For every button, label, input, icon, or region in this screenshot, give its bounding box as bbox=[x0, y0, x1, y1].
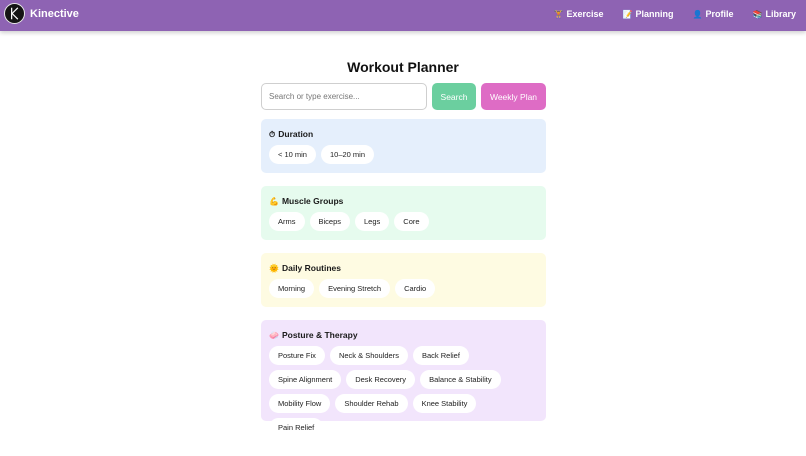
tag-pain-relief[interactable]: Pain Relief bbox=[269, 418, 324, 437]
tag-knee-stability[interactable]: Knee Stability bbox=[412, 394, 477, 413]
posture-therapy-tags: Posture Fix Neck & Shoulders Back Relief… bbox=[269, 346, 538, 442]
tag-core[interactable]: Core bbox=[394, 212, 429, 231]
duration-tags: < 10 min 10–20 min bbox=[269, 145, 538, 169]
nav-link-profile[interactable]: 👤 Profile bbox=[693, 8, 734, 21]
user-icon: 👤 bbox=[692, 10, 703, 19]
tag-legs[interactable]: Legs bbox=[355, 212, 390, 231]
tag-cardio[interactable]: Cardio bbox=[395, 279, 436, 298]
brand-name[interactable]: Kinective bbox=[30, 8, 79, 21]
muscle-groups-section: 💪 Muscle Groups Arms Biceps Legs Core bbox=[261, 186, 546, 240]
nav-link-exercise[interactable]: 🏋 Exercise bbox=[554, 8, 604, 21]
tag-spine-alignment[interactable]: Spine Alignment bbox=[269, 370, 342, 389]
daily-routines-section: 🌞 Daily Routines Morning Evening Stretch… bbox=[261, 253, 546, 307]
tag-evening-stretch[interactable]: Evening Stretch bbox=[319, 279, 391, 298]
tag-10-20-min[interactable]: 10–20 min bbox=[320, 145, 375, 164]
nav-link-profile-label: Profile bbox=[705, 9, 734, 19]
tag-neck-shoulders[interactable]: Neck & Shoulders bbox=[329, 346, 408, 365]
kinective-logo-icon[interactable] bbox=[4, 3, 25, 24]
nav-links: 🏋 Exercise 📝 Planning 👤 Profile 📚 Librar… bbox=[535, 8, 796, 21]
nav-link-planning[interactable]: 📝 Planning bbox=[623, 8, 674, 21]
daily-routines-tags: Morning Evening Stretch Cardio bbox=[269, 279, 538, 303]
daily-routines-title: Daily Routines bbox=[281, 263, 342, 273]
tag-balance-stability[interactable]: Balance & Stability bbox=[420, 370, 501, 389]
muscle-groups-tags: Arms Biceps Legs Core bbox=[269, 212, 538, 236]
page-title: Workout Planner bbox=[347, 59, 459, 75]
nav-link-library[interactable]: 📚 Library bbox=[753, 8, 796, 21]
search-button[interactable]: Search bbox=[432, 83, 476, 110]
tag-desk-recovery[interactable]: Desk Recovery bbox=[346, 370, 416, 389]
posture-therapy-heading: 🧼 Posture & Therapy bbox=[269, 330, 538, 341]
muscle-groups-title: Muscle Groups bbox=[281, 196, 344, 206]
soap-icon: 🧼 bbox=[269, 331, 279, 340]
nav-link-planning-label: Planning bbox=[635, 9, 674, 19]
posture-therapy-section: 🧼 Posture & Therapy Posture Fix Neck & S… bbox=[261, 320, 546, 437]
notepad-icon: 📝 bbox=[622, 10, 633, 19]
posture-therapy-title: Posture & Therapy bbox=[281, 330, 358, 340]
exercise-search-input[interactable] bbox=[261, 83, 427, 110]
tag-posture-fix[interactable]: Posture Fix bbox=[269, 346, 325, 365]
daily-routines-heading: 🌞 Daily Routines bbox=[269, 263, 538, 274]
tag-arms[interactable]: Arms bbox=[269, 212, 305, 231]
nav-link-exercise-label: Exercise bbox=[566, 9, 604, 19]
flexed-biceps-icon: 💪 bbox=[269, 197, 279, 206]
top-navbar: Kinective 🏋 Exercise 📝 Planning 👤 Profil… bbox=[0, 0, 806, 31]
nav-link-library-label: Library bbox=[765, 9, 796, 19]
tag-back-relief[interactable]: Back Relief bbox=[412, 346, 469, 365]
tag-biceps[interactable]: Biceps bbox=[309, 212, 351, 231]
stopwatch-icon: ⏱ bbox=[269, 130, 276, 139]
dumbbell-icon: 🏋 bbox=[553, 10, 564, 19]
muscle-groups-heading: 💪 Muscle Groups bbox=[269, 196, 538, 207]
tag-under-10-min[interactable]: < 10 min bbox=[269, 145, 316, 164]
sun-icon: 🌞 bbox=[269, 264, 279, 273]
duration-heading: ⏱ Duration bbox=[269, 129, 538, 140]
tag-shoulder-rehab[interactable]: Shoulder Rehab bbox=[335, 394, 408, 413]
weekly-plan-button[interactable]: Weekly Plan bbox=[481, 83, 546, 110]
tag-morning[interactable]: Morning bbox=[269, 279, 315, 298]
duration-section: ⏱ Duration < 10 min 10–20 min bbox=[261, 119, 546, 173]
books-icon: 📚 bbox=[752, 10, 763, 19]
tag-mobility-flow[interactable]: Mobility Flow bbox=[269, 394, 331, 413]
duration-title: Duration bbox=[278, 129, 314, 139]
